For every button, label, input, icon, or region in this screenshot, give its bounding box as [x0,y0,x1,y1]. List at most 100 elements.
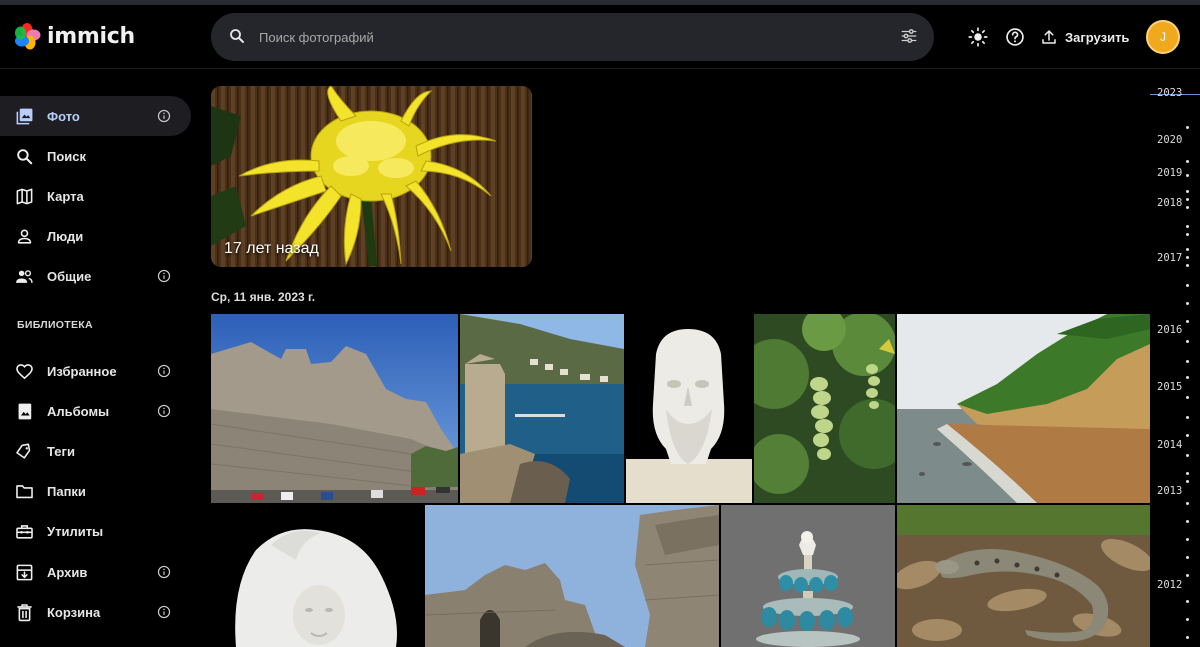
timeline-dot [1186,434,1189,437]
timeline-year: 2015 [1157,381,1183,393]
help-button[interactable] [1002,24,1028,50]
timeline-dot [1186,360,1189,363]
toolbox-icon [14,521,34,541]
sidebar-item-label: Избранное [47,363,117,379]
app-name: immich [47,23,135,49]
timeline-year: 2020 [1157,134,1183,146]
search-bar[interactable] [211,13,934,61]
sidebar-item-tags[interactable]: Теги [0,431,191,471]
timeline-dot [1186,396,1189,399]
timeline-dot [1186,502,1189,505]
photo-thumbnail[interactable] [460,314,624,503]
user-avatar[interactable]: J [1146,20,1180,54]
sidebar-item-label: Общие [47,268,92,284]
info-icon[interactable] [157,364,171,378]
timeline-dot [1186,636,1189,639]
timeline-dot [1186,174,1189,177]
photo-thumbnail[interactable] [211,505,423,647]
sidebar-item-utilities[interactable]: Утилиты [0,511,191,551]
timeline-year: 2013 [1157,485,1183,497]
sidebar-item-favorites[interactable]: Избранное [0,351,191,391]
sidebar-item-albums[interactable]: Альбомы [0,391,191,431]
timeline-dot [1186,600,1189,603]
timeline-dot [1186,206,1189,209]
timeline-year: 2019 [1157,167,1183,179]
timeline-dot [1186,320,1189,323]
photos-icon [14,106,34,126]
search-icon [230,29,244,43]
timeline-dot [1186,126,1189,129]
app-logo[interactable]: immich [13,21,135,51]
timeline-dot [1186,376,1189,379]
timeline-scrubber[interactable]: 2023 2020 2019 2018 2017 2016 2015 2014 … [1150,70,1200,647]
sidebar-item-label: Корзина [47,604,101,620]
sidebar-item-search[interactable]: Поиск [0,136,191,176]
photo-thumbnail[interactable] [626,314,752,503]
sidebar-item-photos[interactable]: Фото [0,96,191,136]
memory-label: 17 лет назад [224,240,319,257]
photo-lizard [897,505,1150,647]
search-icon [14,146,34,166]
timeline-year: 2014 [1157,439,1183,451]
photo-thumbnail[interactable] [897,314,1150,503]
photo-thumbnail[interactable] [211,314,458,503]
info-icon[interactable] [157,109,171,123]
people-icon [14,266,34,286]
timeline-dot [1186,556,1189,559]
photo-thumbnail[interactable] [897,505,1150,647]
sidebar-item-label: Карта [47,188,84,204]
photo-beach-cliffs [897,314,1150,503]
archive-icon [14,562,34,582]
timeline-dot [1186,472,1189,475]
sidebar-item-label: Папки [47,483,86,499]
sidebar-item-label: Люди [47,228,84,244]
search-filter-icon[interactable] [900,27,918,45]
date-group-title: Ср, 11 янв. 2023 г. [211,290,316,304]
sidebar-item-folders[interactable]: Папки [0,471,191,511]
timeline-dot [1186,248,1189,251]
timeline-dot [1186,225,1189,228]
map-icon [14,186,34,206]
photo-dubrovnik-walls [211,314,458,503]
search-input[interactable] [259,25,859,49]
avatar-initial: J [1160,30,1166,44]
timeline-dot [1186,198,1189,201]
info-icon[interactable] [157,404,171,418]
timeline-year: 2016 [1157,324,1183,336]
sidebar-item-label: Теги [47,443,75,459]
timeline-year: 2012 [1157,579,1183,591]
sidebar-item-map[interactable]: Карта [0,176,191,216]
theme-toggle-button[interactable] [965,24,991,50]
photo-thumbnail[interactable] [425,505,719,647]
photo-thumbnail[interactable] [721,505,895,647]
timeline-dot [1186,302,1189,305]
sidebar-item-archive[interactable]: Архив [0,552,191,592]
sidebar-item-label: Поиск [47,148,87,164]
photo-castle-ruins [425,505,719,647]
header: immich Поиск фотографий Загрузить J [0,5,1200,69]
sidebar-item-people[interactable]: Люди [0,216,191,256]
sidebar-item-label: Альбомы [47,403,110,419]
library-section-title: БИБЛИОТЕКА [17,319,93,331]
info-icon[interactable] [157,269,171,283]
sidebar-item-trash[interactable]: Корзина [0,592,191,632]
timeline-dot [1186,574,1189,577]
timeline-dot [1186,256,1189,259]
folder-icon [14,481,34,501]
sidebar-item-shared[interactable]: Общие [0,256,191,296]
photo-thumbnail[interactable] [754,314,895,503]
upload-button[interactable]: Загрузить [1040,24,1129,50]
info-icon[interactable] [157,605,171,619]
person-icon [14,226,34,246]
timeline-year: 2018 [1157,197,1183,209]
immich-logo-icon [15,23,41,50]
info-icon[interactable] [157,565,171,579]
memory-card[interactable]: 17 лет назад [211,86,532,267]
timeline-dot [1186,480,1189,483]
timeline-dot [1186,520,1189,523]
timeline-dot [1186,284,1189,287]
timeline-dot [1186,538,1189,541]
timeline-dot [1186,160,1189,163]
timeline-dot [1186,618,1189,621]
timeline-dot [1186,264,1189,267]
